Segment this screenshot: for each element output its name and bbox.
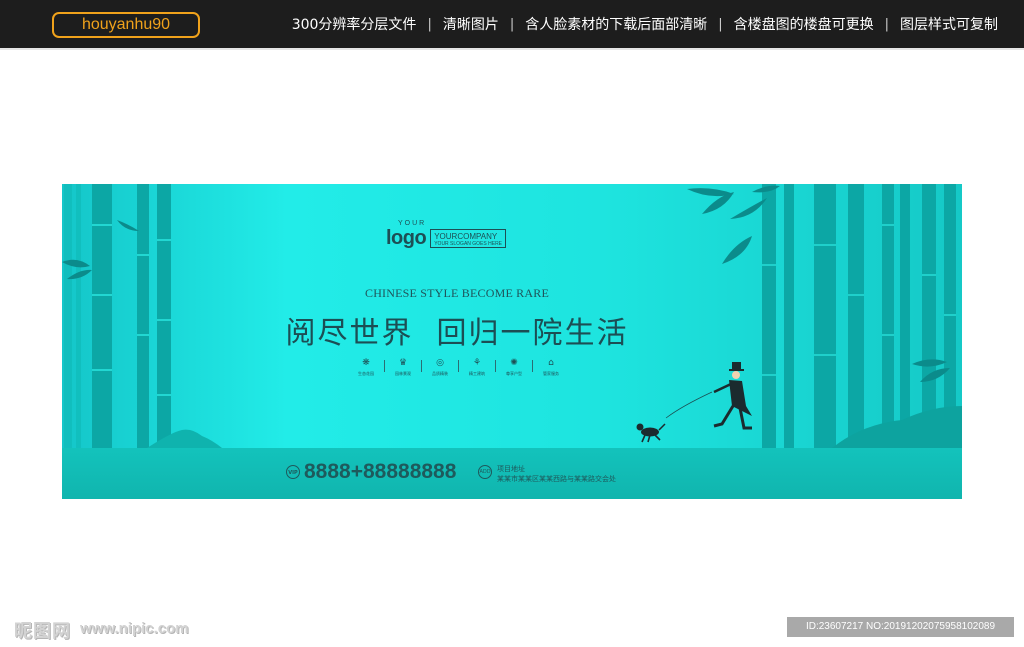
logo-small-text: YOUR <box>398 220 427 227</box>
feature-icon-item: ❋ 生态花园 <box>348 358 384 377</box>
phone-number: 8888+88888888 <box>304 460 457 483</box>
watermark-brand: 昵图网 <box>14 621 71 642</box>
feature-icon-label: 尊享户型 <box>506 371 522 376</box>
feature-item: 清晰图片 <box>442 17 499 33</box>
image-id-label: ID:23607217 NO:20191202075958102089 <box>787 617 1014 637</box>
english-tagline: CHINESE STYLE BECOME RARE <box>364 286 549 300</box>
top-bar: houyanhu90 300分辨率分层文件 | 清晰图片 | 含人脸素材的下载后… <box>0 0 1024 50</box>
address-text: 某某市某某区某某西路与某某路交会处 <box>497 475 616 483</box>
watermark-site: www.nipic.com <box>80 620 189 637</box>
feature-icon-item: ♛ 园林景观 <box>385 358 421 377</box>
feature-icon-item: ✺ 尊享户型 <box>496 358 532 377</box>
house-icon: ⌂ <box>548 358 554 368</box>
logo-company-name: YOURCOMPANY <box>434 231 498 241</box>
company-logo: YOUR logo YOURCOMPANY YOUR SLOGAN GOES H… <box>386 220 507 249</box>
feature-separator: | <box>718 16 723 32</box>
logo-slogan: YOUR SLOGAN GOES HERE <box>434 240 503 247</box>
address-title: 项目地址 <box>497 465 525 473</box>
lotus-icon: ♛ <box>398 358 408 368</box>
feature-icon-row: ❋ 生态花园 ♛ 园林景观 ◎ 品质精装 ⚘ 精工建筑 ✺ 尊享户型 ⌂ 管家服… <box>348 358 569 377</box>
feature-separator: | <box>509 16 515 32</box>
feature-icon-item: ⌂ 管家服务 <box>533 358 569 377</box>
flower-icon: ❋ <box>362 358 370 368</box>
feature-icon-label: 管家服务 <box>543 371 559 376</box>
feature-icon-item: ◎ 品质精装 <box>422 358 458 377</box>
feature-icon-label: 品质精装 <box>432 371 448 376</box>
feature-item: 图层样式可复制 <box>900 17 998 33</box>
logo-word: logo <box>386 227 427 249</box>
feature-item: 含楼盘图的楼盘可更换 <box>733 17 874 33</box>
feature-item: 含人脸素材的下载后面部清晰 <box>525 17 708 33</box>
feature-icon-label: 生态花园 <box>358 371 374 376</box>
headline: 阅尽世界 回归一院生活 <box>285 316 629 351</box>
logo-company-box: YOURCOMPANY YOUR SLOGAN GOES HERE <box>430 229 507 248</box>
feature-separator: | <box>427 16 432 32</box>
feature-item: 300分辨率分层文件 <box>291 17 417 33</box>
address-icon: ADD <box>478 465 492 479</box>
feature-separator: | <box>884 16 889 32</box>
vip-phone-icon: VIP <box>286 465 300 479</box>
circle-icon: ◎ <box>436 358 444 368</box>
medal-icon: ✺ <box>510 358 518 368</box>
feature-icon-label: 园林景观 <box>395 371 411 376</box>
username-badge[interactable]: houyanhu90 <box>52 12 200 38</box>
feature-icon-label: 精工建筑 <box>469 371 485 376</box>
tree-icon: ⚘ <box>472 358 482 368</box>
poster-banner: YOUR logo YOURCOMPANY YOUR SLOGAN GOES H… <box>62 184 962 499</box>
feature-icon-item: ⚘ 精工建筑 <box>459 358 495 377</box>
feature-list: 300分辨率分层文件 | 清晰图片 | 含人脸素材的下载后面部清晰 | 含楼盘图… <box>292 0 998 48</box>
